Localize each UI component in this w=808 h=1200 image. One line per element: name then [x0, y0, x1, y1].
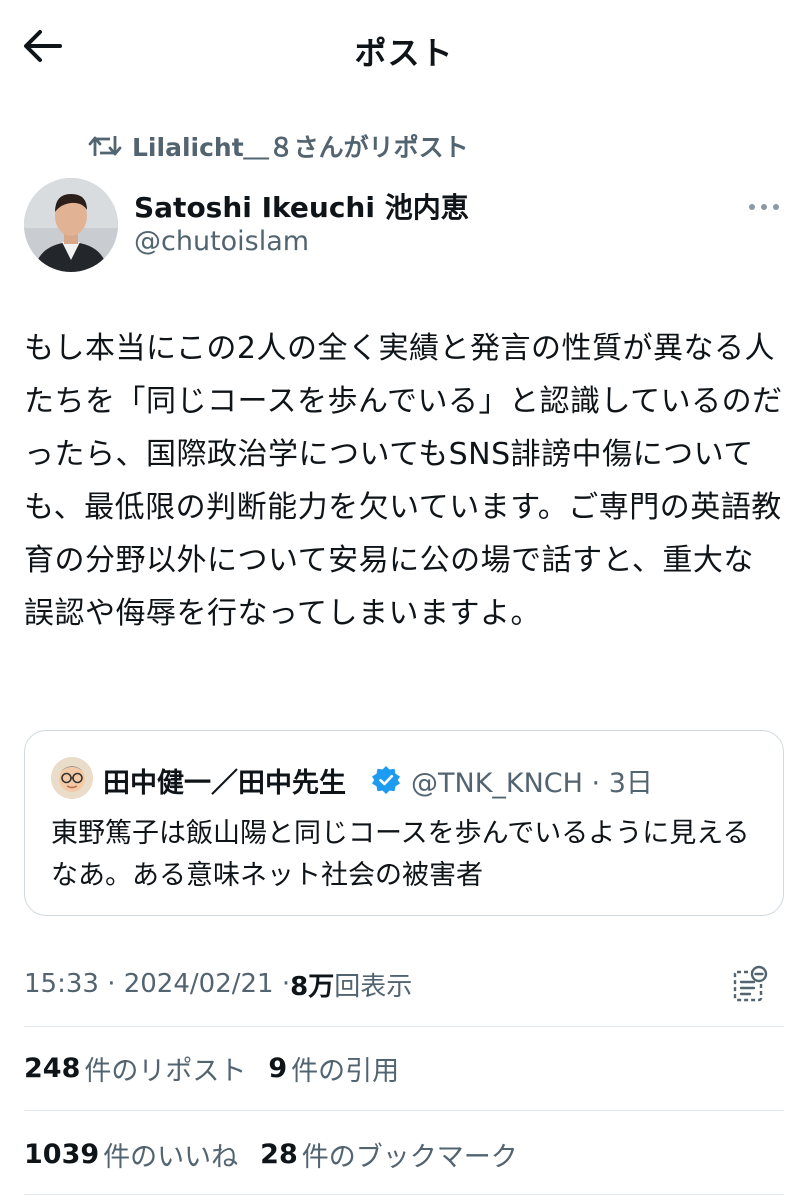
reposts-label[interactable]: 件のリポスト — [84, 1049, 246, 1088]
quoted-tweet[interactable]: 田中健一／田中先生 @TNK_KNCH · 3日 東野篤子は飯山陽と同じコースを… — [24, 730, 784, 916]
bookmarks-label[interactable]: 件のブックマーク — [302, 1135, 518, 1174]
views-count: 8万 — [290, 971, 335, 1002]
page-title: ポスト — [354, 34, 454, 72]
quoted-author-avatar[interactable] — [51, 757, 93, 799]
author-avatar[interactable] — [24, 178, 118, 272]
repost-attribution-text: Lilalicht＿８さんがリポスト — [132, 133, 469, 162]
likes-label[interactable]: 件のいいね — [103, 1135, 238, 1174]
more-horizontal-icon — [749, 204, 779, 210]
author-handle[interactable]: @chutoislam — [134, 226, 309, 257]
quoted-tweet-text: 東野篤子は飯山陽と同じコースを歩んでいるように見えるなあ。ある意味ネット社会の被… — [51, 818, 750, 891]
likes-count[interactable]: 1039 — [24, 1139, 99, 1170]
verified-badge-icon — [371, 765, 401, 795]
top-bar: ポスト — [0, 0, 808, 92]
quotes-count[interactable]: 9 — [268, 1053, 287, 1084]
tweet-text: もし本当にこの2人の全く実績と発言の性質が異なる人たちを「同じコースを歩んでいる… — [24, 331, 783, 631]
post-timestamp[interactable]: 15:33 · 2024/02/21 · — [24, 969, 290, 999]
analytics-button[interactable] — [728, 962, 772, 1006]
divider — [24, 1194, 784, 1195]
divider — [24, 1110, 784, 1111]
engagement-row-reposts: 248 件のリポスト 9 件の引用 — [24, 1046, 421, 1090]
quotes-label[interactable]: 件の引用 — [291, 1049, 399, 1088]
more-options-button[interactable] — [744, 196, 784, 218]
quoted-author-name[interactable]: 田中健一／田中先生 — [103, 761, 346, 800]
repost-attribution[interactable]: Lilalicht＿８さんがリポスト — [88, 130, 469, 162]
timestamp-row: 15:33 · 2024/02/21 · 8万 回表示 — [24, 962, 412, 1006]
views-label: 回表示 — [334, 971, 413, 1002]
repost-icon — [88, 131, 122, 161]
divider — [24, 1026, 784, 1027]
reposts-count[interactable]: 248 — [24, 1053, 80, 1084]
quoted-handle-date: @TNK_KNCH · 3日 — [411, 768, 653, 799]
analytics-icon — [733, 965, 768, 1002]
engagement-row-likes: 1039 件のいいね 28 件のブックマーク — [24, 1132, 540, 1176]
author-name[interactable]: Satoshi Ikeuchi 池内恵 — [134, 186, 469, 226]
bookmarks-count[interactable]: 28 — [260, 1139, 298, 1170]
